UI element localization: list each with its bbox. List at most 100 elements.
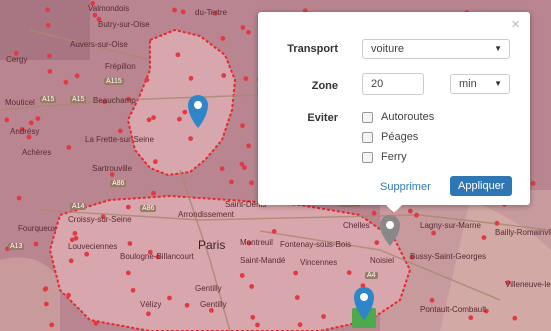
map-point-marker	[246, 29, 251, 35]
map-place-label: Andrésy	[10, 127, 40, 136]
map-point-marker	[93, 320, 99, 326]
map-point-marker	[74, 73, 80, 79]
map-point-marker	[125, 204, 131, 210]
map-place-label: La Frette-sur-Seine	[85, 135, 154, 144]
map-point-marker	[151, 115, 156, 120]
map-point-marker	[229, 179, 234, 185]
chevron-down-icon: ▼	[494, 44, 502, 53]
map-point-marker	[167, 295, 172, 301]
map-place-label: Mouticel	[5, 98, 35, 107]
avoid-label: Eviter	[307, 112, 338, 124]
avoid-ferry-checkbox[interactable]: Ferry	[362, 151, 407, 163]
map-place-label: Frépillon	[105, 62, 136, 71]
map-place-label: Chelles	[343, 221, 370, 230]
map-point-marker	[180, 9, 186, 15]
checkbox-box[interactable]	[362, 111, 373, 123]
map-place-label: Bussy-Saint-Georges	[410, 252, 487, 261]
map-point-marker	[239, 161, 245, 167]
map-point-marker	[49, 322, 55, 328]
map-point-marker	[153, 159, 158, 165]
map-place-label: Fontenay-sous-Bois	[280, 240, 352, 249]
map-point-marker	[72, 231, 78, 236]
map-point-marker	[250, 314, 256, 320]
map-point-marker	[46, 53, 52, 59]
map-point-marker	[255, 322, 260, 328]
map-place-label: Gentilly	[200, 300, 227, 309]
map-point-marker	[44, 301, 49, 307]
map-place-label: Cergy	[6, 55, 28, 64]
road-badge: A86	[140, 205, 157, 212]
map-point-marker	[33, 241, 39, 247]
transport-label: Transport	[287, 43, 338, 55]
map-place-label: Saint-Mandé	[240, 256, 286, 265]
apply-button[interactable]: Appliquer	[450, 176, 513, 196]
map-point-marker	[45, 7, 50, 13]
map-place-label: du-Tertre	[195, 8, 228, 17]
map-point-marker	[249, 180, 255, 186]
map-point-marker	[530, 181, 536, 186]
avoid-highways-checkbox[interactable]: Autoroutes	[362, 111, 434, 123]
map-point-marker	[374, 240, 380, 246]
zone-input-value: 20	[371, 78, 384, 90]
map-place-label: Butry-sur-Oise	[98, 20, 150, 29]
checkbox-label: Ferry	[381, 151, 407, 163]
zone-unit-select[interactable]: min ▼	[450, 74, 510, 94]
map-place-label: Montreuil	[240, 238, 273, 247]
map-point-marker	[240, 25, 246, 30]
map-place-label: Arrondissement	[178, 210, 235, 219]
delete-button[interactable]: Supprimer	[380, 181, 431, 193]
road-badge: A14	[70, 203, 87, 210]
map-point-marker	[117, 128, 123, 134]
avoid-tolls-checkbox[interactable]: Péages	[362, 131, 418, 143]
map-place-label: Villeneuve-le-Comte	[505, 280, 551, 289]
map-point-marker	[297, 322, 303, 328]
map-place-label: Achères	[22, 148, 52, 157]
map-point-marker	[188, 136, 194, 142]
map-point-marker	[371, 210, 377, 216]
map-point-marker	[4, 117, 10, 123]
map-point-marker	[321, 314, 326, 319]
map-point-marker	[184, 302, 190, 308]
map-point-marker	[407, 208, 413, 214]
zone-label: Zone	[311, 80, 338, 92]
transport-select-value: voiture	[371, 43, 405, 55]
checkbox-label: Autoroutes	[381, 111, 435, 123]
map-point-marker	[151, 190, 157, 196]
map-point-marker	[16, 195, 22, 201]
map-point-marker	[42, 286, 48, 292]
map-point-marker	[220, 36, 226, 41]
map-point-marker	[68, 258, 74, 264]
map-place-label: Sartrouville	[92, 164, 133, 173]
map-place-label: Noisiel	[370, 256, 395, 265]
map-point-marker	[84, 251, 90, 257]
map-place-label: Bailly-Romainvilliers	[495, 228, 551, 237]
panel-pointer	[386, 205, 402, 213]
map-place-label: Boulogne-Billancourt	[120, 252, 194, 261]
map-point-marker	[346, 270, 352, 275]
checkbox-box[interactable]	[362, 151, 373, 163]
map-point-marker	[35, 116, 41, 121]
map-point-marker	[429, 297, 435, 303]
checkbox-box[interactable]	[362, 131, 373, 143]
map-place-label: Valmondois	[88, 4, 130, 13]
checkbox-label: Péages	[381, 131, 419, 143]
map-point-marker	[239, 273, 245, 278]
map-point-marker	[92, 12, 98, 18]
map-point-marker	[175, 52, 181, 58]
isochrone-settings-panel: × Transport voiture ▼ Zone 20 min ▼ Evit…	[258, 12, 530, 213]
map-point-marker	[271, 229, 277, 234]
zone-input[interactable]: 20	[362, 73, 424, 95]
close-icon[interactable]: ×	[511, 16, 520, 33]
transport-select[interactable]: voiture ▼	[362, 39, 510, 59]
map-point-marker	[63, 79, 69, 85]
road-badge: A115	[104, 78, 124, 85]
road-badge: A4	[365, 272, 378, 279]
map-place-label: Pontault-Combault	[420, 305, 487, 314]
map-point-marker	[125, 270, 131, 276]
map-point-marker	[494, 220, 500, 226]
map-point-marker	[45, 22, 51, 28]
map-point-marker	[146, 311, 151, 317]
map-point-marker	[249, 284, 255, 289]
chevron-down-icon: ▼	[494, 79, 502, 88]
map-place-label: Louveciennes	[68, 242, 118, 251]
